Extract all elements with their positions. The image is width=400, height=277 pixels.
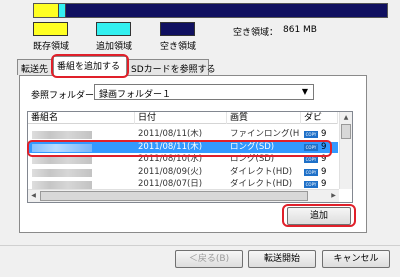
vertical-scrollbar[interactable]: ▲ <box>339 112 352 189</box>
table-row[interactable]: 2011/08/11(木) ファインロング(H COPY 9 <box>28 129 338 140</box>
selected-row-highlight-outline <box>27 140 332 157</box>
free-space-label: 空き領域： <box>233 28 279 38</box>
column-header-dubbing[interactable]: ダビ <box>301 112 338 124</box>
free-space-value: 861 MB <box>283 25 317 35</box>
copy-badge-icon: COPY <box>304 168 318 176</box>
legend-added-swatch <box>96 22 131 36</box>
table-row[interactable]: 2011/08/09(火) ダイレクト(HD) COPY 9 <box>28 167 338 178</box>
cancel-button[interactable]: キャンセル <box>322 250 390 268</box>
add-button-highlight-outline <box>282 204 356 227</box>
horizontal-scrollbar[interactable]: ◀ ▶ <box>28 189 339 202</box>
copy-badge-icon: COPY <box>304 156 318 163</box>
blurred-program-title <box>32 131 92 139</box>
vertical-scroll-thumb[interactable] <box>341 124 351 139</box>
column-header-title[interactable]: 番組名 <box>28 112 135 124</box>
blurred-program-title <box>32 156 92 164</box>
back-button[interactable]: ＜戻る(B) <box>175 250 243 268</box>
chevron-down-icon: ▼ <box>301 87 309 96</box>
row-date: 2011/08/09(火) <box>138 166 203 177</box>
folder-select[interactable]: 録画フォルダー１ ▼ <box>94 84 314 100</box>
folder-select-value: 録画フォルダー１ <box>99 90 172 100</box>
legend-free-label: 空き領域 <box>160 42 197 52</box>
legend-existing-label: 既存領域 <box>33 42 70 52</box>
legend-existing-swatch <box>33 22 68 36</box>
folder-label: 参照フォルダー <box>31 91 95 101</box>
blurred-program-title <box>32 168 92 177</box>
row-quality: ファインロング(H <box>230 129 300 139</box>
tab-highlight-outline <box>51 54 129 78</box>
legend-added-label: 追加領域 <box>96 42 133 52</box>
tab-browse-sd-card[interactable]: SDカードを参照する <box>127 59 216 75</box>
row-quality: ダイレクト(HD) <box>230 166 293 177</box>
capacity-added-segment <box>59 4 66 17</box>
legend-free-swatch <box>160 22 195 36</box>
scroll-right-icon[interactable]: ▶ <box>328 190 339 202</box>
horizontal-scroll-thumb[interactable] <box>40 191 308 201</box>
row-date: 2011/08/11(木) <box>138 129 203 139</box>
scroll-up-icon[interactable]: ▲ <box>340 112 352 123</box>
list-header: 番組名 日付 画質 ダビ <box>28 112 338 124</box>
capacity-used-segment <box>34 4 59 17</box>
copy-badge-icon: COPY <box>304 181 318 188</box>
tab-destination[interactable]: 転送先 <box>17 59 53 75</box>
column-header-quality[interactable]: 画質 <box>227 112 301 124</box>
copy-badge-icon: COPY <box>304 131 318 138</box>
blurred-program-title <box>32 181 92 189</box>
start-transfer-button[interactable]: 転送開始 <box>248 250 316 268</box>
column-header-date[interactable]: 日付 <box>135 112 227 124</box>
row-copy-count: 9 <box>321 129 327 139</box>
capacity-bar <box>33 3 388 18</box>
row-copy-count: 9 <box>321 166 327 177</box>
scroll-left-icon[interactable]: ◀ <box>28 190 39 202</box>
